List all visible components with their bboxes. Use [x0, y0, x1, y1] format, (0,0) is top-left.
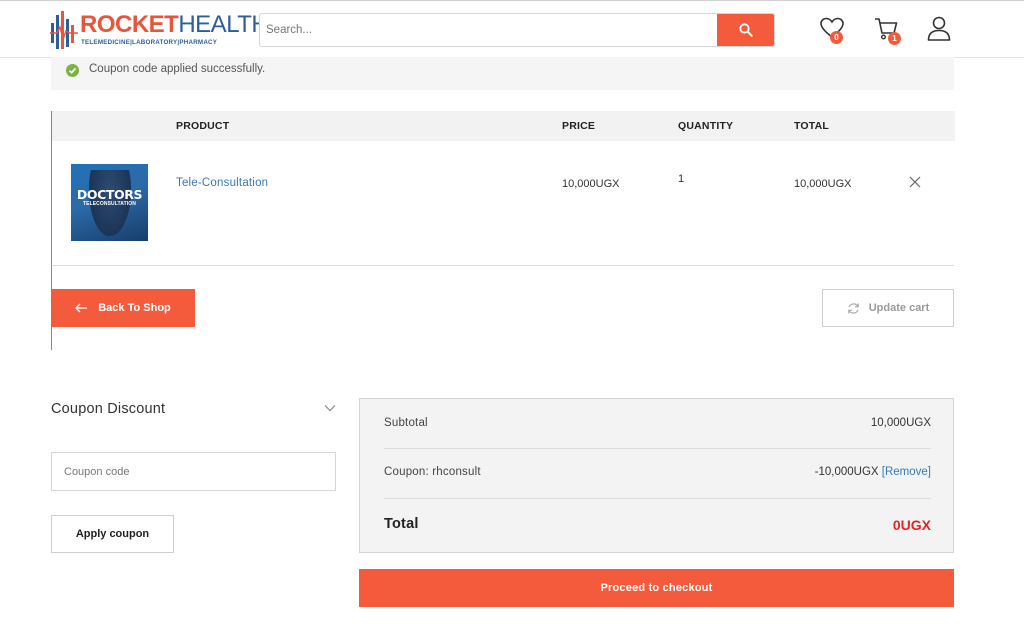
notice-message: Coupon code applied successfully.: [89, 63, 266, 75]
chevron-down-icon[interactable]: [324, 403, 336, 413]
logo-pulse-icon: [50, 11, 78, 49]
total-label: Total: [384, 516, 419, 532]
cart-count-badge: 1: [888, 32, 901, 45]
column-header-total: TOTAL: [794, 120, 830, 132]
search-input[interactable]: [260, 14, 718, 46]
total-row: Total 0UGX: [384, 516, 931, 536]
wishlist-button[interactable]: 0: [818, 15, 848, 45]
subtotal-label: Subtotal: [384, 417, 428, 429]
totals-divider: [384, 448, 931, 449]
remove-coupon-link[interactable]: [Remove]: [882, 466, 931, 478]
product-thumbnail[interactable]: DOCTORS TELECONSULTATION: [71, 164, 148, 241]
coupon-code-input[interactable]: [51, 452, 336, 491]
search-bar: [259, 13, 775, 47]
update-cart-button[interactable]: Update cart: [822, 289, 954, 327]
check-circle-icon: [66, 64, 79, 77]
arrow-left-icon: [75, 303, 88, 313]
apply-coupon-button[interactable]: Apply coupon: [51, 515, 174, 553]
logo-tagline: TELEMEDICINE|LABORATORY|PHARMACY: [81, 39, 218, 46]
search-button[interactable]: [717, 14, 774, 46]
proceed-to-checkout-button[interactable]: Proceed to checkout: [359, 569, 954, 607]
site-logo[interactable]: ROCKETHEALTH TELEMEDICINE|LABORATORY|PHA…: [50, 9, 269, 51]
back-to-shop-label: Back To Shop: [98, 302, 171, 314]
logo-word-health: HEALTH: [178, 11, 269, 38]
subtotal-row: Subtotal 10,000UGX: [384, 417, 931, 433]
product-name-link[interactable]: Tele-Consultation: [176, 177, 268, 189]
search-icon: [738, 23, 753, 37]
coupon-section-title[interactable]: Coupon Discount: [51, 401, 165, 417]
site-header: ROCKETHEALTH TELEMEDICINE|LABORATORY|PHA…: [0, 0, 1024, 58]
close-icon: [909, 176, 921, 188]
back-to-shop-button[interactable]: Back To Shop: [51, 289, 195, 327]
totals-divider: [384, 498, 931, 499]
subtotal-value: 10,000UGX: [870, 417, 931, 429]
account-button[interactable]: [926, 15, 956, 45]
coupon-value-group: -10,000UGX [Remove]: [815, 466, 931, 478]
user-icon: [927, 16, 951, 41]
logo-wordmark: ROCKETHEALTH: [80, 11, 269, 38]
product-subtotal: 10,000UGX: [794, 178, 852, 190]
coupon-discount-value: -10,000UGX: [814, 466, 879, 478]
thumbnail-title: DOCTORS: [76, 187, 143, 202]
product-price: 10,000UGX: [562, 178, 620, 190]
logo-word-rocket: ROCKET: [80, 11, 179, 38]
cart-totals: Subtotal 10,000UGX Coupon: rhconsult -10…: [359, 398, 954, 553]
remove-item-button[interactable]: [907, 174, 923, 190]
coupon-label: Coupon: rhconsult: [384, 466, 481, 478]
success-notice: Coupon code applied successfully.: [51, 57, 954, 90]
wishlist-count-badge: 0: [830, 31, 843, 44]
cart-table-header: PRODUCT PRICE QUANTITY TOTAL: [52, 111, 955, 141]
column-header-quantity: QUANTITY: [678, 120, 734, 132]
column-header-price: PRICE: [562, 120, 596, 132]
column-header-product: PRODUCT: [176, 120, 230, 132]
update-cart-label: Update cart: [868, 302, 930, 314]
coupon-row: Coupon: rhconsult -10,000UGX [Remove]: [384, 466, 931, 482]
thumbnail-subtitle: TELECONSULTATION: [83, 201, 136, 207]
total-value: 0UGX: [892, 517, 931, 533]
refresh-icon: [847, 302, 859, 314]
quantity-input[interactable]: 1: [678, 173, 684, 185]
cart-table: PRODUCT PRICE QUANTITY TOTAL DOCTORS TEL…: [51, 111, 955, 266]
cart-button[interactable]: 1: [872, 15, 902, 45]
